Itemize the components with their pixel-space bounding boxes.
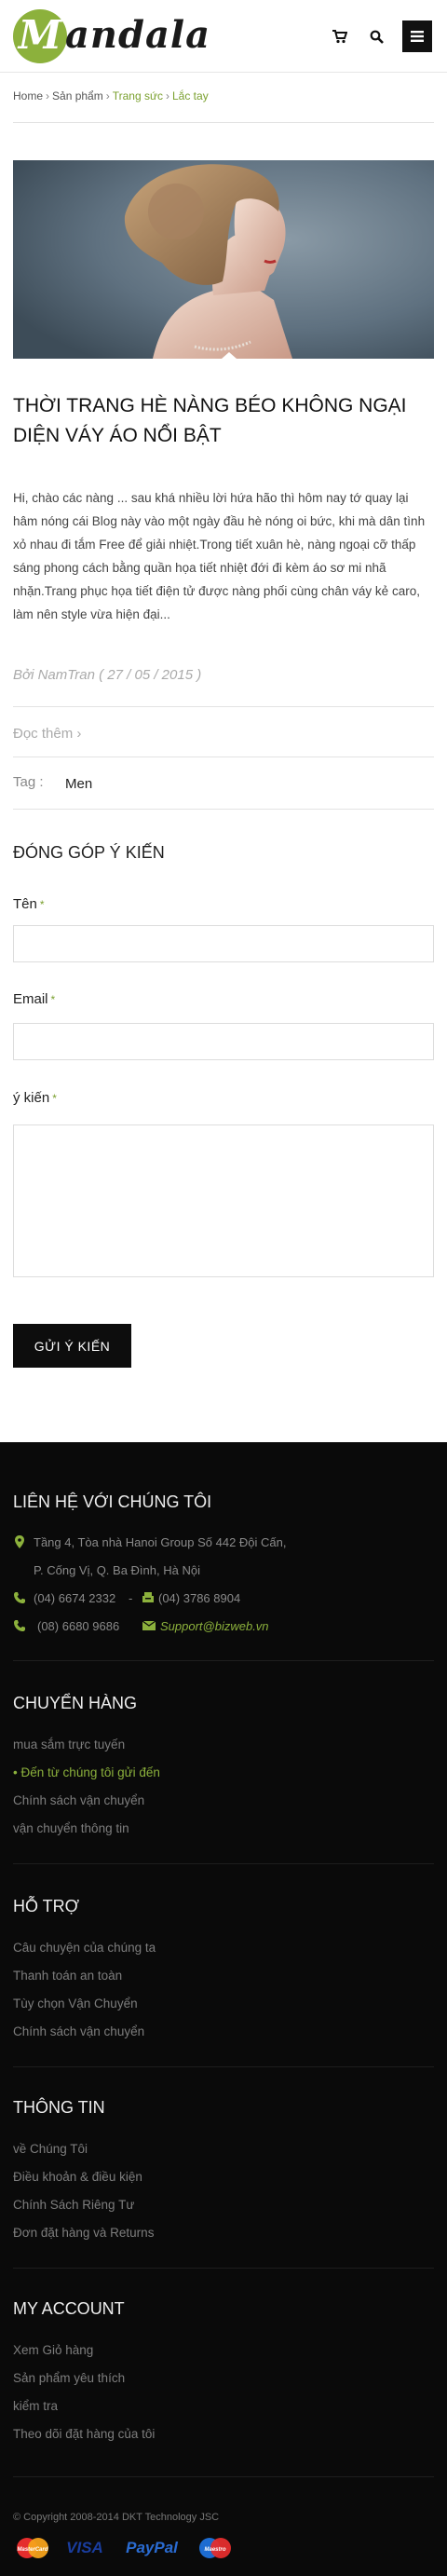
visa-logo: VISA bbox=[66, 2539, 103, 2556]
support-link[interactable]: Chính sách vận chuyển bbox=[13, 2024, 144, 2038]
logo-badge: M bbox=[13, 9, 67, 63]
divider bbox=[13, 706, 434, 707]
submit-button[interactable]: GỬI Ý KIẾN bbox=[13, 1324, 131, 1368]
article-excerpt: Hi, chào các nàng ... sau khá nhiều lời … bbox=[13, 491, 426, 621]
contact-address-line2: P. Cống Vị, Q. Ba Đình, Hà Nội bbox=[34, 1563, 200, 1577]
phone-icon bbox=[14, 1620, 25, 1631]
required-mark: * bbox=[50, 993, 56, 1006]
info-link[interactable]: về Chúng Tôi bbox=[13, 2142, 88, 2156]
paypal-logo: PayPal bbox=[126, 2539, 178, 2556]
email-label: Email * bbox=[13, 991, 56, 1007]
search-icon[interactable] bbox=[364, 24, 388, 48]
contact-phone-3[interactable]: (08) 6680 9686 bbox=[37, 1619, 119, 1633]
phone-separator: - bbox=[129, 1591, 133, 1605]
shipping-link[interactable]: vận chuyển thông tin bbox=[13, 1821, 129, 1835]
name-label: Tên * bbox=[13, 896, 45, 912]
support-link[interactable]: Tùy chọn Vận Chuyển bbox=[13, 1997, 138, 2010]
footer-divider bbox=[13, 2476, 434, 2477]
contact-title: LIÊN HỆ VỚI CHÚNG TÔI bbox=[13, 1492, 212, 1511]
envelope-icon bbox=[142, 1620, 156, 1630]
email-field[interactable] bbox=[13, 1023, 434, 1060]
footer-divider bbox=[13, 2066, 434, 2067]
name-field[interactable] bbox=[13, 925, 434, 962]
site-header: M andala bbox=[0, 0, 447, 73]
divider bbox=[13, 756, 434, 757]
article-title[interactable]: THỜI TRANG HÈ NÀNG BÉO KHÔNG NGẠI DIỆN V… bbox=[13, 391, 434, 451]
read-more-label: Đọc thêm bbox=[13, 726, 74, 742]
phone-icon bbox=[14, 1592, 25, 1603]
chevron-right-icon: › bbox=[166, 89, 169, 102]
info-link[interactable]: Điều khoản & điều kiện bbox=[13, 2170, 142, 2184]
account-link[interactable]: Sản phẩm yêu thích bbox=[13, 2371, 125, 2385]
maestro-logo: Maestro bbox=[196, 2534, 235, 2562]
fax-icon bbox=[142, 1592, 154, 1602]
cart-icon[interactable] bbox=[328, 24, 352, 48]
breadcrumb-products[interactable]: Sản phẩm bbox=[52, 89, 103, 102]
read-more-link[interactable]: Đọc thêm › bbox=[13, 726, 81, 742]
comment-form-title: ĐÓNG GÓP Ý KIẾN bbox=[13, 843, 165, 862]
account-link[interactable]: kiểm tra bbox=[13, 2399, 58, 2413]
copyright: © Copyright 2008-2014 DKT Technology JSC bbox=[13, 2512, 220, 2523]
info-title: THÔNG TIN bbox=[13, 2098, 105, 2117]
footer-divider bbox=[13, 1863, 434, 1864]
comment-label: ý kiến * bbox=[13, 1090, 57, 1106]
breadcrumb-jewelry[interactable]: Trang sức bbox=[113, 89, 163, 102]
image-notch bbox=[214, 352, 244, 365]
support-link[interactable]: Thanh toán an toàn bbox=[13, 1969, 122, 1983]
svg-text:MasterCard: MasterCard bbox=[17, 2547, 47, 2553]
tag-men[interactable]: Men bbox=[65, 776, 92, 792]
shipping-link[interactable]: mua sắm trực tuyến bbox=[13, 1738, 125, 1751]
contact-phone-2[interactable]: (04) 3786 8904 bbox=[158, 1591, 240, 1605]
footer-divider bbox=[13, 1660, 434, 1661]
article-image[interactable] bbox=[13, 160, 434, 359]
account-title: MY ACCOUNT bbox=[13, 2299, 125, 2318]
divider bbox=[13, 809, 434, 810]
breadcrumb-bracelet: Lắc tay bbox=[172, 89, 209, 102]
bullet-icon: • bbox=[13, 1765, 18, 1779]
chevron-right-icon: › bbox=[46, 89, 50, 102]
site-footer: LIÊN HỆ VỚI CHÚNG TÔI Tầng 4, Tòa nhà Ha… bbox=[0, 1442, 447, 2576]
info-link[interactable]: Đơn đặt hàng và Returns bbox=[13, 2226, 154, 2240]
support-link[interactable]: Câu chuyện của chúng ta bbox=[13, 1941, 156, 1955]
article-byline: Bởi NamTran ( 27 / 05 / 2015 ) bbox=[13, 667, 202, 683]
map-marker-icon bbox=[15, 1535, 24, 1548]
account-link[interactable]: Theo dõi đặt hàng của tôi bbox=[13, 2427, 155, 2441]
account-link[interactable]: Xem Giỏ hàng bbox=[13, 2343, 93, 2357]
contact-email[interactable]: Support@bizweb.vn bbox=[160, 1619, 269, 1633]
shipping-title: CHUYỂN HÀNG bbox=[13, 1694, 138, 1712]
tag-label: Tag : bbox=[13, 774, 44, 790]
shipping-link-active[interactable]: • Đến từ chúng tôi gửi đến bbox=[13, 1765, 160, 1779]
chevron-right-icon: › bbox=[105, 89, 110, 102]
breadcrumb: Home › Sản phẩm › Trang sức › Lắc tay bbox=[13, 89, 209, 102]
contact-address-line1: Tầng 4, Tòa nhà Hanoi Group Số 442 Đội C… bbox=[34, 1535, 287, 1549]
info-link[interactable]: Chính Sách Riêng Tư bbox=[13, 2198, 134, 2212]
logo-text: andala bbox=[65, 13, 210, 57]
menu-button[interactable] bbox=[402, 20, 432, 52]
contact-phone-1[interactable]: (04) 6674 2332 bbox=[34, 1591, 115, 1605]
divider bbox=[13, 122, 434, 123]
logo[interactable]: M andala bbox=[13, 7, 210, 65]
required-mark: * bbox=[52, 1092, 57, 1105]
support-title: HỖ TRỢ bbox=[13, 1897, 80, 1915]
comment-textarea[interactable] bbox=[13, 1124, 434, 1277]
menu-icon bbox=[411, 31, 424, 42]
chevron-right-icon: › bbox=[76, 726, 82, 742]
page: M andala Home › Sản phẩm › Trang sức › Lắc tay bbox=[0, 0, 447, 2576]
required-mark: * bbox=[39, 898, 45, 911]
svg-text:Maestro: Maestro bbox=[204, 2547, 225, 2553]
shipping-link[interactable]: Chính sách vận chuyển bbox=[13, 1793, 144, 1807]
breadcrumb-home[interactable]: Home bbox=[13, 89, 43, 102]
mastercard-logo: MasterCard bbox=[13, 2534, 52, 2562]
footer-divider bbox=[13, 2268, 434, 2269]
